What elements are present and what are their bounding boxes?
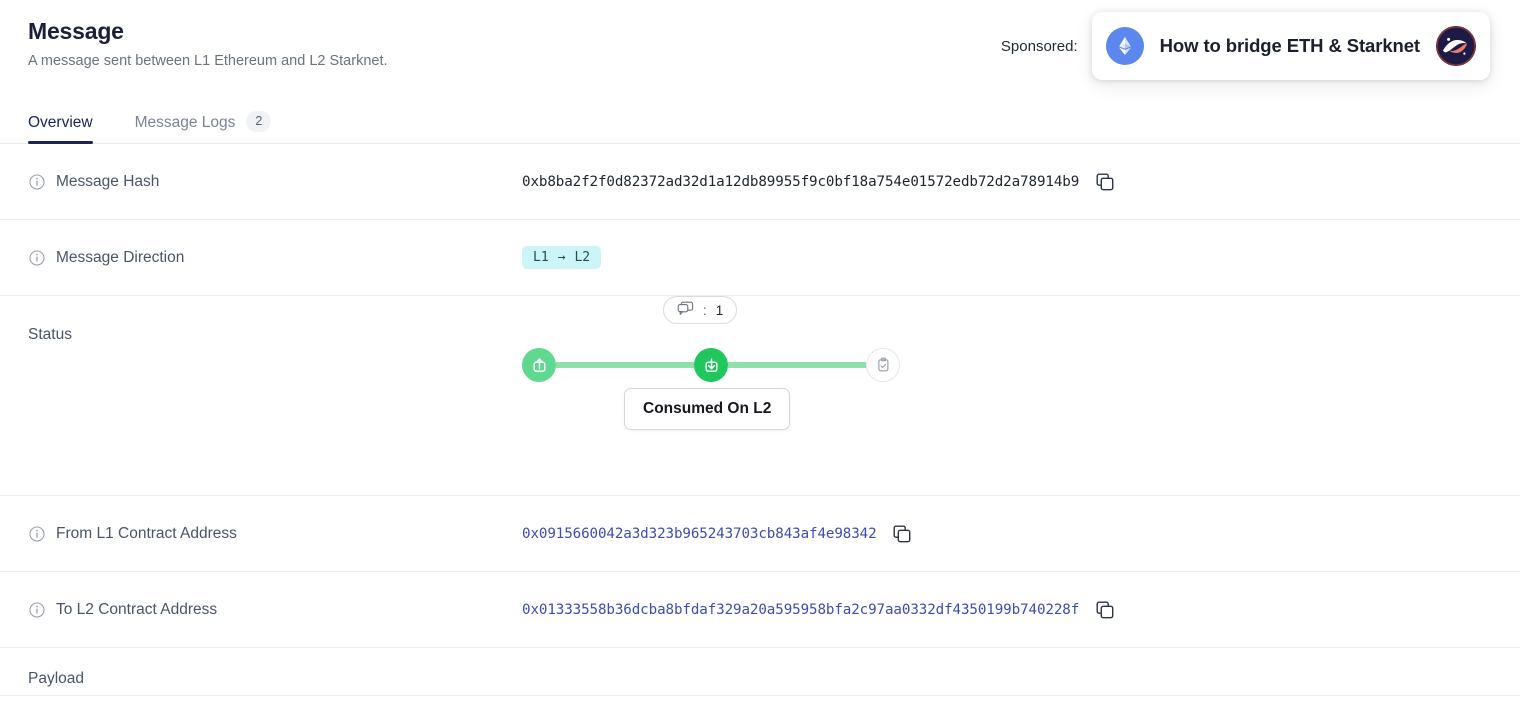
tab-message-logs[interactable]: Message Logs 2 <box>135 100 272 143</box>
sponsored-text: How to bridge ETH & Starknet <box>1160 35 1420 57</box>
row-to-l2-label-group: To L2 Contract Address <box>28 572 522 647</box>
row-from-l1-label-group: From L1 Contract Address <box>28 496 522 571</box>
row-to-l2-label: To L2 Contract Address <box>56 601 217 619</box>
from-l1-address-link[interactable]: 0x0915660042a3d323b965243703cb843af4e983… <box>522 526 877 542</box>
copy-icon[interactable] <box>1095 600 1114 619</box>
badge-count: 1 <box>716 303 724 318</box>
row-to-l2-value-group: 0x01333558b36dcba8bfdaf329a20a595958bfa2… <box>522 600 1492 619</box>
row-message-hash-label-group: Message Hash <box>28 144 522 219</box>
row-status-label-group: Status <box>28 296 522 344</box>
copy-icon[interactable] <box>893 524 912 543</box>
arrow-right-icon: → <box>558 250 566 265</box>
row-status-value-group: : 1 <box>522 296 1492 495</box>
tab-message-logs-badge: 2 <box>246 111 271 132</box>
row-message-hash-label: Message Hash <box>56 173 159 191</box>
sponsored-label: Sponsored: <box>1001 38 1078 55</box>
info-icon[interactable] <box>28 173 45 190</box>
row-message-direction: Message Direction L1 → L2 <box>0 220 1520 296</box>
tab-overview[interactable]: Overview <box>28 100 93 143</box>
message-hash-value: 0xb8ba2f2f0d82372ad32d1a12db89955f9c0bf1… <box>522 174 1079 190</box>
direction-from: L1 <box>533 250 549 265</box>
direction-to: L2 <box>574 250 590 265</box>
status-step-consumed-on-l2[interactable] <box>694 348 728 382</box>
sponsored-banner[interactable]: How to bridge ETH & Starknet <box>1092 12 1490 80</box>
tab-bar: Overview Message Logs 2 <box>0 100 1520 144</box>
status-step-completed[interactable] <box>866 348 900 382</box>
row-to-l2-contract-address: To L2 Contract Address 0x01333558b36dcba… <box>0 572 1520 648</box>
row-status: Status : 1 <box>0 296 1520 496</box>
status-tooltip: Consumed On L2 <box>624 388 790 430</box>
row-message-direction-value-group: L1 → L2 <box>522 246 1492 269</box>
ethereum-icon <box>1106 27 1144 65</box>
message-detail-page: Message A message sent between L1 Ethere… <box>0 0 1520 710</box>
row-message-hash: Message Hash 0xb8ba2f2f0d82372ad32d1a12d… <box>0 144 1520 220</box>
message-count-badge: : 1 <box>663 296 737 324</box>
row-payload-label-group: Payload <box>28 670 522 688</box>
row-from-l1-value-group: 0x0915660042a3d323b965243703cb843af4e983… <box>522 524 1492 543</box>
row-message-direction-label-group: Message Direction <box>28 220 522 295</box>
row-message-direction-label: Message Direction <box>56 249 184 267</box>
status-timeline <box>522 348 900 382</box>
badge-separator: : <box>703 303 707 318</box>
row-status-label: Status <box>28 326 72 344</box>
direction-pill: L1 → L2 <box>522 246 601 269</box>
info-icon[interactable] <box>28 249 45 266</box>
status-step-sent-on-l1[interactable] <box>522 348 556 382</box>
tab-message-logs-label: Message Logs <box>135 114 236 132</box>
status-timeline-area: : 1 <box>522 296 1492 495</box>
copy-icon[interactable] <box>1095 172 1114 191</box>
info-icon[interactable] <box>28 601 45 618</box>
tab-overview-label: Overview <box>28 114 93 132</box>
row-payload-label: Payload <box>28 670 84 688</box>
timeline-connector-2 <box>728 362 866 368</box>
row-message-hash-value-group: 0xb8ba2f2f0d82372ad32d1a12db89955f9c0bf1… <box>522 172 1492 191</box>
chat-bubble-icon <box>677 301 694 319</box>
page-header: Message A message sent between L1 Ethere… <box>0 0 1520 100</box>
to-l2-address-link[interactable]: 0x01333558b36dcba8bfdaf329a20a595958bfa2… <box>522 602 1079 618</box>
sponsored-area: Sponsored: How to bridge ETH & Starknet <box>1001 12 1490 80</box>
row-from-l1-contract-address: From L1 Contract Address 0x0915660042a3d… <box>0 496 1520 572</box>
row-payload: Payload <box>0 648 1520 696</box>
starknet-icon <box>1436 26 1476 66</box>
info-icon[interactable] <box>28 525 45 542</box>
detail-rows: Message Hash 0xb8ba2f2f0d82372ad32d1a12d… <box>0 144 1520 696</box>
row-from-l1-label: From L1 Contract Address <box>56 525 237 543</box>
timeline-connector-1 <box>556 362 694 368</box>
